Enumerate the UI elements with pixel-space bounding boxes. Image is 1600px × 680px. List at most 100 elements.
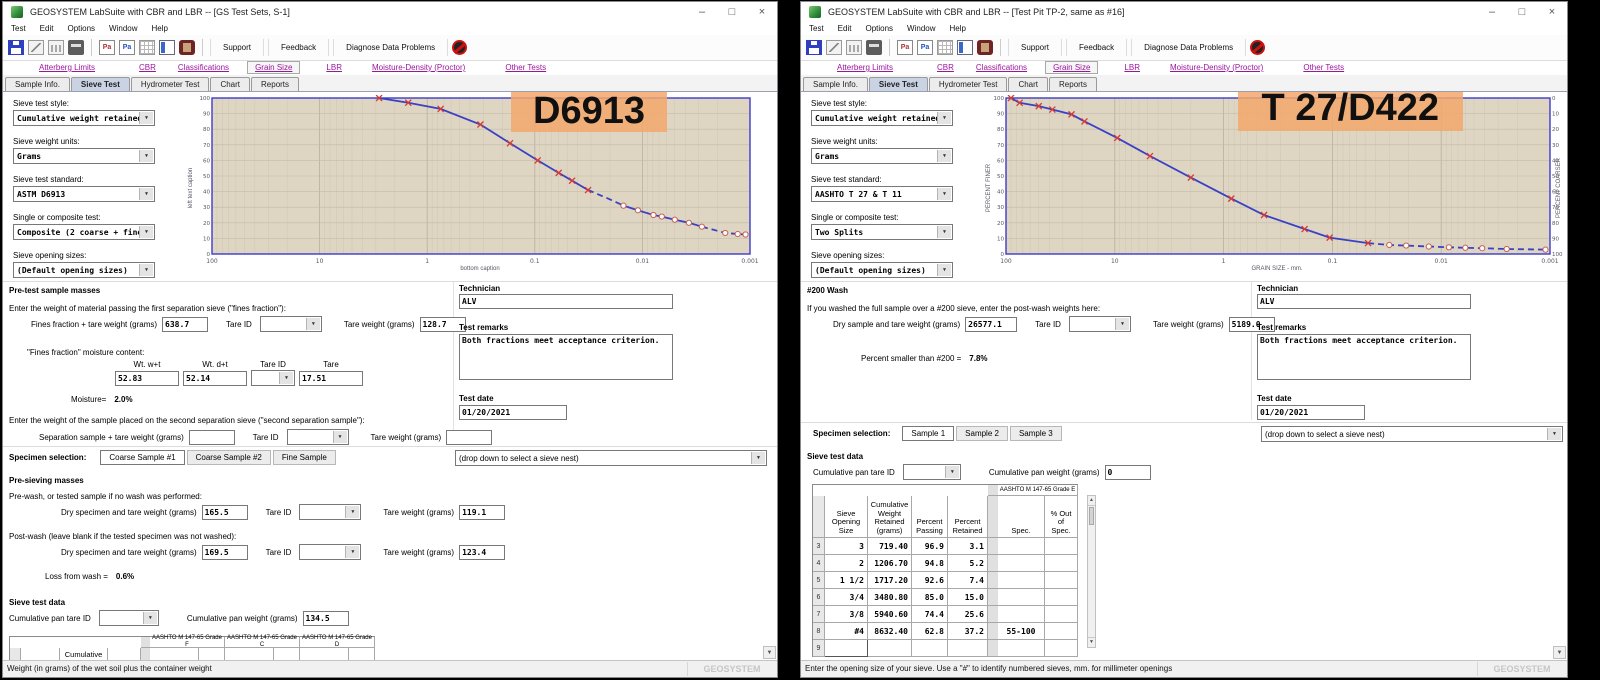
close-icon[interactable]: ×	[1537, 2, 1567, 22]
link-cbr[interactable]: CBR	[139, 63, 156, 72]
chevron-down-icon[interactable]: ▼	[937, 264, 951, 276]
tab-sieve-test[interactable]: Sieve Test	[869, 77, 928, 91]
cell-size[interactable]: 1 1/2	[825, 572, 868, 589]
specimen-tab-sample3[interactable]: Sample 3	[1010, 426, 1062, 441]
grid-icon[interactable]	[937, 40, 953, 55]
feedback-button[interactable]: Feedback	[1066, 39, 1127, 56]
chevron-down-icon[interactable]: ▼	[143, 612, 157, 624]
minimize-icon[interactable]: –	[687, 2, 717, 22]
edit-icon[interactable]	[826, 40, 842, 55]
tab-reports[interactable]: Reports	[251, 77, 299, 91]
pan-weight-field[interactable]	[303, 611, 349, 626]
menu-window[interactable]: Window	[109, 24, 137, 33]
link-cbr[interactable]: CBR	[937, 63, 954, 72]
tab-hydrometer-test[interactable]: Hydrometer Test	[131, 77, 210, 91]
paste-retained-icon[interactable]: Pa	[897, 40, 913, 55]
wt-dry-field[interactable]	[183, 371, 247, 386]
menu-edit[interactable]: Edit	[838, 24, 852, 33]
chevron-down-icon[interactable]: ▼	[937, 226, 951, 238]
link-lbr[interactable]: LBR	[326, 63, 342, 72]
paste-passing-icon[interactable]: Pa	[119, 40, 135, 55]
pan-tare-select[interactable]: ▼	[903, 464, 961, 480]
pan-tare-select[interactable]: ▼	[99, 610, 159, 626]
scrollbar-thumb[interactable]	[1089, 507, 1094, 525]
no-symbol-icon[interactable]	[452, 40, 467, 55]
scroll-up-icon[interactable]: ▲	[1088, 496, 1095, 506]
sieve-style-select[interactable]: Cumulative weight retained▼	[13, 110, 155, 126]
dry-sample-field[interactable]	[965, 317, 1017, 332]
tare-id-select[interactable]: ▼	[1069, 316, 1131, 332]
chevron-down-icon[interactable]: ▼	[945, 466, 959, 478]
test-remarks-field[interactable]: Both fractions meet acceptance criterion…	[459, 334, 673, 380]
menu-window[interactable]: Window	[907, 24, 935, 33]
specimen-tab-fine[interactable]: Fine Sample	[273, 450, 336, 465]
diagnose-button[interactable]: Diagnose Data Problems	[1131, 39, 1246, 56]
cell-size[interactable]: 3/4	[825, 589, 868, 606]
test-date-field[interactable]	[1257, 405, 1365, 420]
composite-select[interactable]: Two Splits▼	[811, 224, 953, 240]
chevron-down-icon[interactable]: ▼	[139, 226, 153, 238]
cell-cum[interactable]: 1206.70	[868, 555, 912, 572]
technician-field[interactable]	[459, 294, 673, 309]
paste-passing-icon[interactable]: Pa	[917, 40, 933, 55]
menu-help[interactable]: Help	[152, 24, 168, 33]
specimen-tab-coarse2[interactable]: Coarse Sample #2	[187, 450, 271, 465]
menu-edit[interactable]: Edit	[40, 24, 54, 33]
tare-field[interactable]	[299, 371, 363, 386]
opening-sizes-select[interactable]: (Default opening sizes)▼	[13, 262, 155, 278]
sieve-nest-select[interactable]: (drop down to select a sieve nest)▼	[1261, 426, 1563, 442]
cell-size[interactable]: 2	[825, 555, 868, 572]
paste-retained-icon[interactable]: Pa	[99, 40, 115, 55]
tare-id-select[interactable]: ▼	[260, 316, 322, 332]
tab-sample-info[interactable]: Sample Info.	[5, 77, 70, 91]
scroll-down-icon[interactable]: ▼	[1088, 637, 1095, 647]
grid-icon[interactable]	[139, 40, 155, 55]
no-symbol-icon[interactable]	[1250, 40, 1265, 55]
postwash-tare-field[interactable]	[459, 545, 505, 560]
tab-sieve-test[interactable]: Sieve Test	[71, 77, 130, 91]
tab-chart[interactable]: Chart	[1008, 77, 1048, 91]
chevron-down-icon[interactable]: ▼	[937, 150, 951, 162]
link-other-tests[interactable]: Other Tests	[1303, 63, 1344, 72]
chevron-down-icon[interactable]: ▼	[751, 452, 765, 464]
tab-chart[interactable]: Chart	[210, 77, 250, 91]
chevron-down-icon[interactable]: ▼	[345, 506, 359, 518]
tab-sample-info[interactable]: Sample Info.	[803, 77, 868, 91]
chevron-down-icon[interactable]: ▼	[333, 431, 347, 443]
tare-id-select[interactable]: ▼	[299, 544, 361, 560]
specimen-tab-sample2[interactable]: Sample 2	[956, 426, 1008, 441]
print-icon[interactable]	[68, 40, 84, 55]
calculator-icon[interactable]	[179, 40, 195, 55]
support-button[interactable]: Support	[1008, 39, 1062, 56]
chevron-down-icon[interactable]: ▼	[937, 188, 951, 200]
link-classifications[interactable]: Classifications	[178, 63, 229, 72]
composite-select[interactable]: Composite (2 coarse + fines)▼	[13, 224, 155, 240]
sieve-style-select[interactable]: Cumulative weight retained▼	[811, 110, 953, 126]
prewash-tare-field[interactable]	[459, 505, 505, 520]
link-other-tests[interactable]: Other Tests	[505, 63, 546, 72]
link-lbr[interactable]: LBR	[1124, 63, 1140, 72]
link-proctor[interactable]: Moisture-Density (Proctor)	[372, 63, 465, 72]
save-icon[interactable]	[8, 40, 24, 55]
menu-help[interactable]: Help	[950, 24, 966, 33]
maximize-icon[interactable]: □	[1507, 2, 1537, 22]
prewash-weight-field[interactable]	[202, 505, 248, 520]
minimize-icon[interactable]: –	[1477, 2, 1507, 22]
menu-options[interactable]: Options	[865, 24, 893, 33]
postwash-weight-field[interactable]	[202, 545, 248, 560]
weight-units-select[interactable]: Grams▼	[13, 148, 155, 164]
chart-icon[interactable]	[48, 40, 64, 55]
sieve-nest-select[interactable]: (drop down to select a sieve nest)▼	[455, 450, 767, 466]
scroll-down-button[interactable]: ▼	[1553, 646, 1566, 659]
link-grain-size[interactable]: Grain Size	[1045, 61, 1098, 74]
chevron-down-icon[interactable]: ▼	[139, 188, 153, 200]
table-scrollbar[interactable]: ▲ ▼	[1087, 495, 1096, 648]
link-grain-size[interactable]: Grain Size	[247, 61, 300, 74]
cell-cum[interactable]: 1717.20	[868, 572, 912, 589]
link-atterberg[interactable]: Atterberg Limits	[837, 63, 893, 72]
print-icon[interactable]	[866, 40, 882, 55]
edit-icon[interactable]	[28, 40, 44, 55]
chevron-down-icon[interactable]: ▼	[345, 546, 359, 558]
cell-cum[interactable]: 8632.40	[868, 623, 912, 640]
cell-cum[interactable]: 5940.60	[868, 606, 912, 623]
